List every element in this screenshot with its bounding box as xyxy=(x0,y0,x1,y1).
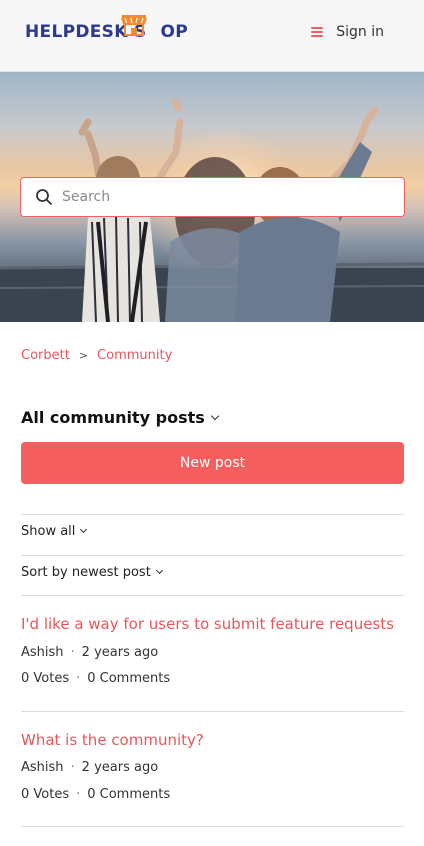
sort-label: Sort by newest post xyxy=(21,565,151,580)
post-stats: 0 Votes · 0 Comments xyxy=(21,787,170,802)
post-votes: 0 Votes xyxy=(21,671,70,686)
show-filter-label: Show all xyxy=(21,524,76,539)
search-box[interactable] xyxy=(20,177,405,217)
post-comments: 0 Comments xyxy=(87,787,171,802)
meta-separator-dot: · xyxy=(76,787,81,802)
search-input[interactable] xyxy=(62,189,382,205)
hamburger-menu-icon[interactable] xyxy=(311,27,324,37)
helpdesk-shop-logo[interactable]: HELPDESK S OP xyxy=(25,14,188,50)
hero-banner-image xyxy=(0,72,424,322)
post-comments: 0 Comments xyxy=(87,671,171,686)
divider xyxy=(21,595,404,596)
divider xyxy=(21,711,404,712)
post-author: Ashish xyxy=(21,760,64,775)
logo-text: HELPDESK S OP xyxy=(25,22,188,42)
post-time: 2 years ago xyxy=(81,760,159,775)
page-title-dropdown[interactable]: All community posts xyxy=(21,408,220,427)
meta-separator-dot: · xyxy=(70,760,75,775)
divider xyxy=(21,826,404,827)
post-author: Ashish xyxy=(21,645,64,660)
header-actions: Sign in xyxy=(311,24,384,40)
post-title-link[interactable]: What is the community? xyxy=(21,731,204,749)
post-title-link[interactable]: I'd like a way for users to submit featu… xyxy=(21,615,394,633)
site-header: HELPDESK S OP Sign in xyxy=(0,0,424,72)
sign-in-link[interactable]: Sign in xyxy=(336,24,384,40)
divider xyxy=(21,555,404,556)
chevron-down-icon xyxy=(210,411,220,420)
sort-dropdown[interactable]: Sort by newest post xyxy=(21,565,163,580)
search-icon xyxy=(36,189,52,205)
divider xyxy=(21,514,404,515)
post-votes: 0 Votes xyxy=(21,787,70,802)
post-author-meta: Ashish · 2 years ago xyxy=(21,645,158,660)
shop-awning-icon xyxy=(121,15,147,36)
meta-separator-dot: · xyxy=(76,671,81,686)
chevron-down-icon xyxy=(80,525,88,534)
post-stats: 0 Votes · 0 Comments xyxy=(21,671,170,686)
breadcrumb-item-community[interactable]: Community xyxy=(97,348,172,363)
post-time: 2 years ago xyxy=(81,645,159,660)
breadcrumb: Corbett > Community xyxy=(21,348,172,363)
page-title: All community posts xyxy=(21,408,205,427)
breadcrumb-separator: > xyxy=(78,349,89,362)
breadcrumb-item-corbett[interactable]: Corbett xyxy=(21,348,70,363)
show-filter-dropdown[interactable]: Show all xyxy=(21,524,88,539)
meta-separator-dot: · xyxy=(70,645,75,660)
chevron-down-icon xyxy=(155,566,163,575)
post-author-meta: Ashish · 2 years ago xyxy=(21,760,158,775)
new-post-button[interactable]: New post xyxy=(21,442,404,484)
